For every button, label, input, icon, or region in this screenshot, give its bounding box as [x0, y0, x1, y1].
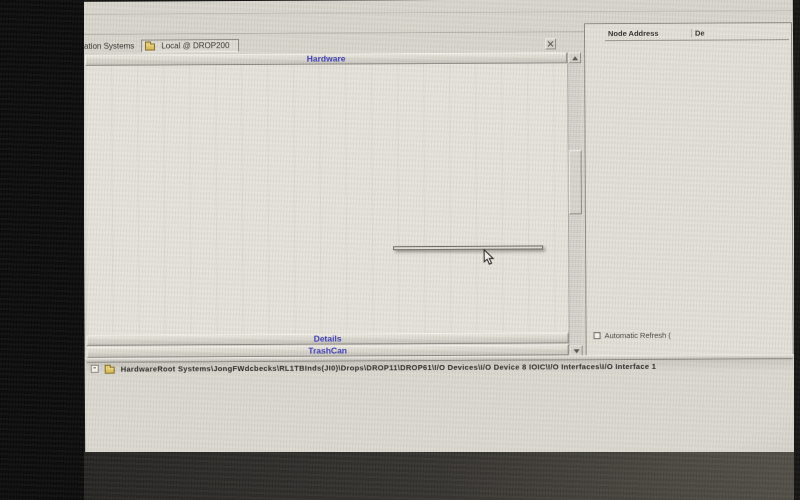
tree-vertical-scrollbar[interactable]: [567, 52, 582, 356]
application-window: ation Systems Local @ DROP200 Hardware D…: [83, 0, 795, 456]
folder-icon: [145, 43, 155, 50]
automatic-refresh-checkbox[interactable]: [594, 332, 601, 339]
mouse-cursor: [483, 249, 495, 266]
tab-local-drop200[interactable]: Local @ DROP200: [141, 39, 239, 53]
photo-of-screen: ation Systems Local @ DROP200 Hardware D…: [0, 0, 800, 500]
column-header-device[interactable]: De: [691, 28, 789, 38]
column-header-node-address[interactable]: Node Address: [605, 29, 691, 38]
photo-bottom-border: [0, 452, 800, 500]
scrollbar-thumb[interactable]: [569, 150, 582, 214]
scroll-up-icon[interactable]: [568, 52, 581, 63]
automatic-refresh-label: Automatic Refresh (: [605, 331, 671, 340]
output-panel: - HardwareRoot Systems\JongFWdcbecks\RL1…: [87, 358, 793, 456]
table-header-row: Node Address De: [605, 26, 789, 41]
close-icon[interactable]: [545, 38, 556, 49]
system-tab-bar: ation Systems Local @ DROP200: [83, 36, 567, 54]
tab-label: Local @ DROP200: [161, 41, 229, 50]
tree-expander[interactable]: -: [91, 365, 99, 373]
hardware-tree: [85, 63, 568, 335]
photo-left-border: [0, 0, 84, 500]
automatic-refresh-control: Automatic Refresh (: [594, 331, 671, 340]
systems-pane-label: ation Systems: [84, 42, 134, 51]
folder-icon: [105, 366, 115, 373]
node-address-panel: Node Address De Automatic Refresh (: [584, 22, 794, 356]
photo-right-border: [794, 0, 800, 500]
context-menu: [393, 245, 543, 250]
node-address-table: Node Address De: [605, 26, 789, 41]
